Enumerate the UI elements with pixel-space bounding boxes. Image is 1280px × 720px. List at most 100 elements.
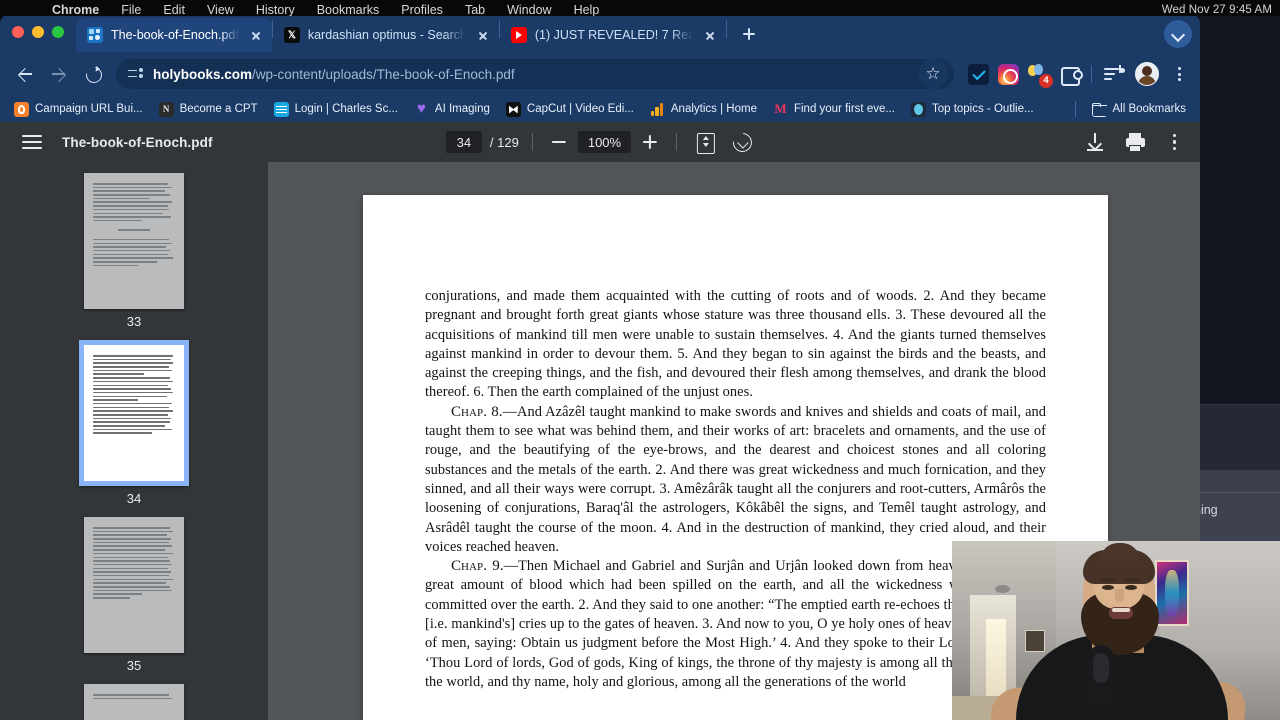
instagram-extension-icon[interactable] (998, 63, 1019, 85)
new-tab-button[interactable] (735, 20, 763, 48)
star-icon[interactable] (918, 59, 948, 89)
site-settings-icon[interactable] (128, 67, 145, 82)
url-domain: holybooks.com (153, 66, 253, 82)
control-center-icon[interactable] (1108, 4, 1122, 16)
tab-kardashian-optimus-search[interactable]: 𝕏 kardashian optimus - Search (273, 18, 499, 52)
thumbnail-page-34[interactable]: 34 (79, 340, 189, 506)
bookmark-label: AI Imaging (434, 103, 490, 115)
toolbar-divider (676, 133, 678, 151)
pdf-page-controls: 34 / 129 100% (445, 122, 754, 162)
thumbnail-page-36[interactable]: 36 (84, 684, 184, 720)
battery-icon[interactable] (973, 4, 987, 16)
toolbar-divider (1091, 65, 1092, 83)
screen-mirror-icon[interactable] (1027, 4, 1041, 16)
thumbnail-page-number: 35 (126, 658, 142, 673)
bookmarks-bar: Campaign URL Bui... N Become a CPT Login… (0, 96, 1200, 122)
window-traffic-lights (12, 26, 64, 38)
three-dot-menu-icon[interactable] (1164, 131, 1184, 153)
webcam-person-eye-right (1125, 585, 1137, 590)
maximize-window-button[interactable] (52, 26, 64, 38)
bookmark-capcut[interactable]: CapCut | Video Edi... (500, 99, 640, 120)
webcam-video-overlay[interactable] (952, 541, 1280, 720)
balloons-extension-icon[interactable]: 4 (1028, 63, 1053, 88)
close-tab-button[interactable] (474, 26, 492, 44)
tab-label: kardashian optimus - Search (307, 28, 466, 42)
thumbnail-page-number: 34 (126, 491, 142, 506)
tab-strip: The-book-of-Enoch.pdf 𝕏 kardashian optim… (0, 14, 1200, 52)
bookmark-find-your-first-event[interactable]: Find your first eve... (767, 99, 901, 120)
zoom-in-button[interactable] (637, 129, 663, 155)
menu-item-bookmarks[interactable]: Bookmarks (317, 4, 380, 16)
menu-item-view[interactable]: View (207, 4, 234, 16)
menu-item-help[interactable]: Help (574, 4, 600, 16)
menu-item-profiles[interactable]: Profiles (401, 4, 443, 16)
hamburger-menu-icon[interactable] (22, 134, 42, 150)
page-total-label: / 129 (490, 135, 519, 150)
chapter-8-heading: Chap. 8. (451, 403, 503, 420)
toolbar-divider (531, 133, 533, 151)
thumbnail-page-35[interactable]: 35 (84, 517, 184, 673)
rotate-icon[interactable] (730, 130, 754, 154)
bookmark-ai-imaging[interactable]: AI Imaging (408, 99, 496, 120)
youtube-favicon (510, 27, 527, 43)
pdf-thumbnail-sidebar[interactable]: 33 34 35 (0, 162, 268, 720)
bookmark-become-a-cpt[interactable]: N Become a CPT (153, 99, 264, 120)
search-icon[interactable] (1081, 4, 1095, 16)
all-bookmarks-button[interactable]: All Bookmarks (1086, 99, 1193, 120)
wifi-icon[interactable] (1054, 4, 1068, 16)
menu-item-tab[interactable]: Tab (465, 4, 485, 16)
download-icon[interactable] (1084, 131, 1106, 153)
close-tab-button[interactable] (701, 26, 719, 44)
chapter-9-heading: Chap. 9. (451, 558, 504, 575)
menu-item-chrome[interactable]: Chrome (52, 4, 99, 16)
background-window-row-label: ning (1190, 492, 1280, 548)
thumbnail-image (84, 173, 184, 309)
thumbnail-page-33[interactable]: 33 (84, 173, 184, 329)
menu-item-file[interactable]: File (121, 4, 141, 16)
analytics-favicon (650, 102, 665, 117)
bookmark-login-charles-schwab[interactable]: Login | Charles Sc... (268, 99, 404, 120)
close-window-button[interactable] (12, 26, 24, 38)
address-bar[interactable]: holybooks.com/wp-content/uploads/The-boo… (116, 59, 954, 89)
bookmark-label: Login | Charles Sc... (294, 103, 398, 115)
thumbnail-list: 33 34 35 (0, 162, 268, 720)
zoom-out-button[interactable] (546, 129, 572, 155)
screen-root: ning il Chrome File Edit View History Bo… (0, 0, 1280, 720)
chevron-down-icon[interactable] (1164, 20, 1192, 48)
extensions-puzzle-icon[interactable] (1058, 64, 1083, 86)
reading-list-icon[interactable] (1104, 64, 1126, 84)
thumbnail-text-lines (93, 694, 175, 701)
bookmarks-divider (1074, 101, 1076, 117)
menu-item-window[interactable]: Window (507, 4, 551, 16)
minimize-window-button[interactable] (32, 26, 44, 38)
paragraph-1: conjurations, and made them acquainted w… (425, 288, 1046, 401)
bluetooth-icon[interactable] (1000, 4, 1014, 16)
bookmark-top-topics-outlier[interactable]: Top topics - Outlie... (905, 99, 1040, 120)
tab-label: (1) JUST REVEALED! 7 Reaso (534, 28, 693, 42)
tab-youtube-just-revealed[interactable]: (1) JUST REVEALED! 7 Reaso (500, 18, 726, 52)
webcam-person-nose (1115, 589, 1124, 602)
pdf-favicon (87, 27, 103, 43)
reload-icon[interactable] (78, 59, 108, 89)
zoom-level-label[interactable]: 100% (577, 131, 632, 153)
bookmark-label: Top topics - Outlie... (931, 103, 1034, 115)
forward-arrow-icon[interactable] (44, 59, 74, 89)
three-dot-menu-icon[interactable] (1168, 62, 1190, 86)
profile-avatar[interactable] (1135, 62, 1159, 86)
menu-bar-clock[interactable]: Wed Nov 27 9:45 AM (1162, 4, 1272, 16)
page-number-input[interactable]: 34 (445, 131, 482, 153)
notion-favicon: N (158, 101, 174, 117)
menu-item-history[interactable]: History (256, 4, 295, 16)
back-arrow-icon[interactable] (10, 59, 40, 89)
print-icon[interactable] (1124, 131, 1146, 153)
task-extension-icon[interactable] (968, 63, 989, 85)
close-tab-button[interactable] (247, 26, 265, 44)
google-analytics-favicon (14, 101, 29, 117)
menu-item-edit[interactable]: Edit (163, 4, 185, 16)
folder-icon (1091, 102, 1107, 117)
bookmark-analytics-home[interactable]: Analytics | Home (644, 99, 763, 120)
fit-to-page-icon[interactable] (694, 131, 716, 154)
bookmark-campaign-url-builder[interactable]: Campaign URL Bui... (8, 99, 149, 120)
siri-icon[interactable] (1135, 4, 1149, 16)
tab-the-book-of-enoch[interactable]: The-book-of-Enoch.pdf (76, 18, 272, 52)
